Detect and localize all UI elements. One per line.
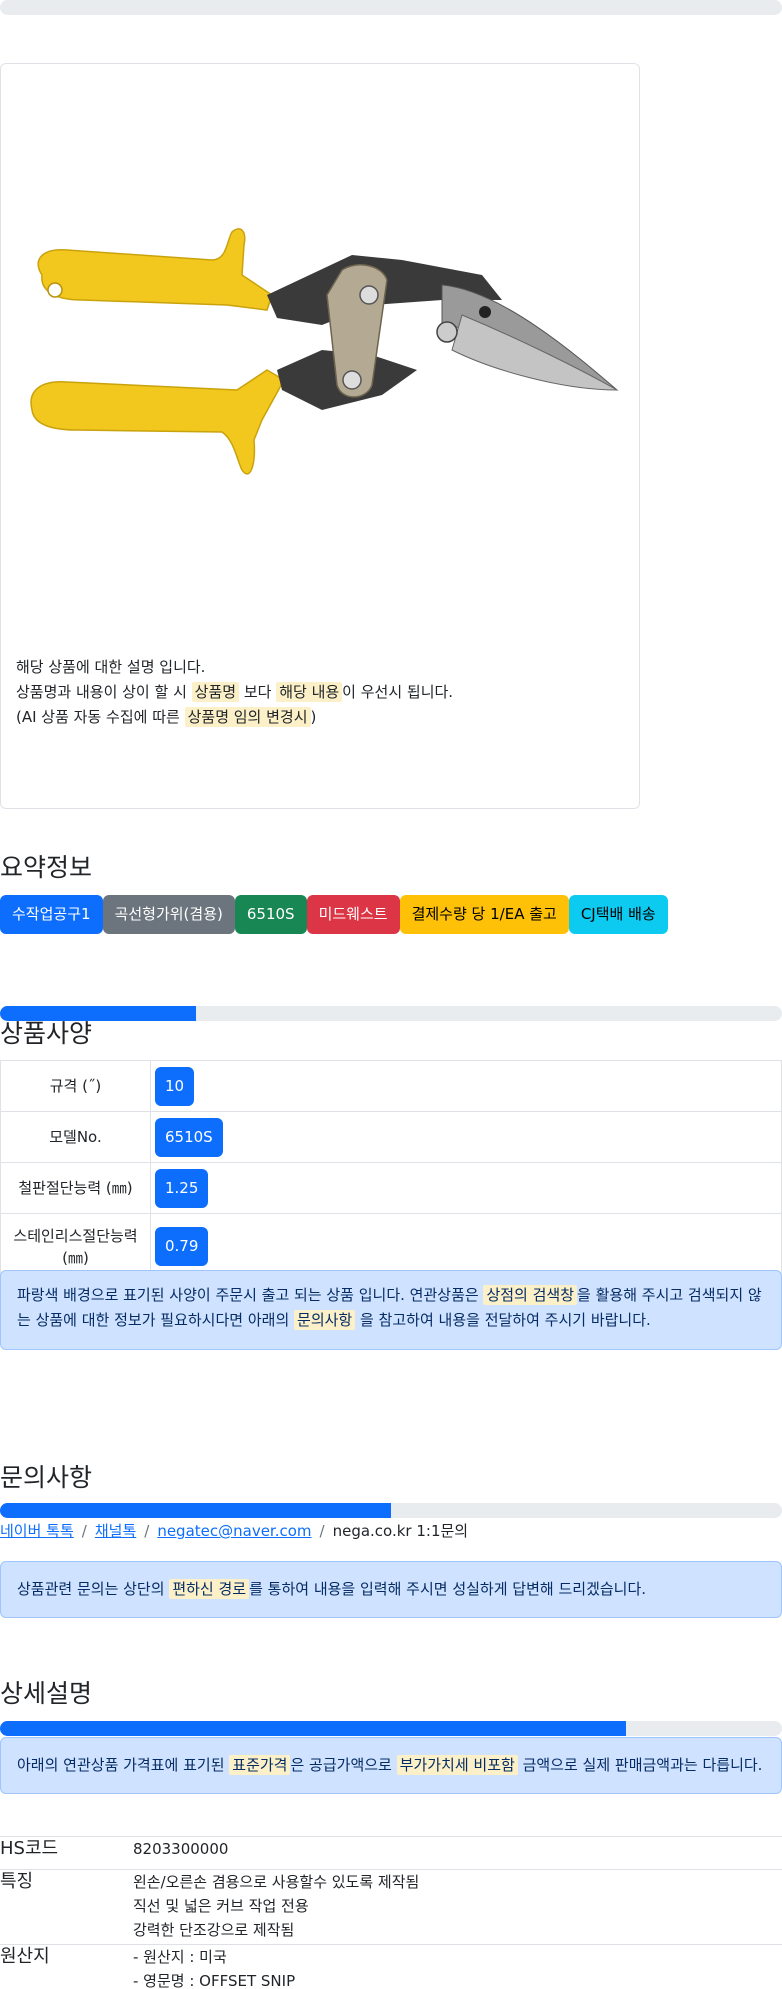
offset-snip-tool-image — [30, 228, 619, 475]
alert-text: 아래의 연관상품 가격표에 표기된 — [17, 1756, 230, 1774]
note-line-2: 상품명과 내용이 상이 할 시 상품명 보다 해당 내용 이 우선시 됩니다. — [16, 680, 626, 705]
spec-value-badge: 1.25 — [155, 1168, 209, 1208]
origin-list: - 원산지 : 미국 - 영문명 : OFFSET SNIP — [133, 1944, 782, 1989]
detail-progress-bar — [0, 1721, 782, 1736]
detail-title: 상세설명 — [0, 1679, 93, 1708]
feature-item: 직선 및 넓은 커브 작업 전용 — [133, 1897, 309, 1915]
alert-text: 을 참고하여 내용을 전달하여 주시기 바랍니다. — [355, 1311, 651, 1329]
naver-talk-link[interactable]: 네이버 톡톡 — [0, 1522, 74, 1540]
spec-value-badge: 6510S — [155, 1117, 223, 1157]
table-row: 모델No. 6510S — [0, 1111, 782, 1163]
hs-code-label: HS코드 — [0, 1836, 133, 1870]
note-line-3: (AI 상품 자동 수집에 따른 상품명 임의 변경시) — [16, 705, 626, 730]
hs-code-value: 8203300000 — [133, 1836, 782, 1870]
detail-progress-fill — [0, 1721, 626, 1736]
inquiry-links: 네이버 톡톡 / 채널톡 / negatec@naver.com / nega.co.kr … — [0, 1520, 468, 1542]
spec-value-cell: 10 — [150, 1060, 782, 1112]
highlight-content: 해당 내용 — [276, 682, 343, 702]
badge-brand: 미드웨스트 — [306, 895, 400, 934]
spec-label: 규격 (˝) — [0, 1060, 151, 1112]
highlight-standard-price: 표준가격 — [229, 1755, 291, 1775]
note-text: ) — [310, 708, 317, 726]
top-progress-bar — [0, 0, 782, 15]
inquiry-progress-bar — [0, 1503, 782, 1518]
highlight-search: 상점의 검색창 — [483, 1285, 578, 1305]
email-link[interactable]: negatec@naver.com — [157, 1522, 311, 1540]
spec-label: 모델No. — [0, 1111, 151, 1163]
qna-text: nega.co.kr 1:1문의 — [332, 1522, 469, 1540]
alert-text: 를 통하여 내용을 입력해 주시면 성실하게 답변해 드리겠습니다. — [249, 1580, 647, 1598]
spec-info-alert: 파랑색 배경으로 표기된 사양이 주문시 출고 되는 상품 입니다. 연관상품은… — [0, 1270, 782, 1350]
inquiry-info-alert: 상품관련 문의는 상단의 편하신 경로 를 통하여 내용을 입력해 주시면 성실하… — [0, 1561, 782, 1618]
highlight-vat-excluded: 부가가치세 비포함 — [396, 1755, 518, 1775]
spec-value-cell: 1.25 — [150, 1162, 782, 1214]
summary-badges: 수작업공구1 곡선형가위(겸용) 6510S 미드웨스트 결제수량 당 1/EA… — [0, 895, 668, 934]
note-text: 보다 — [239, 683, 277, 701]
feature-item: 왼손/오른손 겸용으로 사용할수 있도록 제작됨 — [133, 1873, 420, 1891]
feature-item: 강력한 단조강으로 제작됨 — [133, 1921, 295, 1939]
spec-table: 규격 (˝) 10 모델No. 6510S 철판절단능력 (㎜) 1.25 스테… — [0, 1060, 782, 1280]
note-text: 이 우선시 됩니다. — [342, 683, 454, 701]
inquiry-title: 문의사항 — [0, 1463, 93, 1492]
highlight-inquiry: 문의사항 — [294, 1310, 356, 1330]
alert-text: 상품관련 문의는 상단의 — [17, 1580, 170, 1598]
note-text: (AI 상품 자동 수집에 따른 — [16, 708, 185, 726]
summary-title: 요약정보 — [0, 853, 93, 882]
separator: / — [319, 1522, 325, 1540]
inquiry-progress-fill — [0, 1503, 391, 1518]
spec-value-cell: 6510S — [150, 1111, 782, 1163]
note-line-1: 해당 상품에 대한 설명 입니다. — [16, 658, 206, 676]
table-row: HS코드 8203300000 — [0, 1836, 782, 1870]
origin-item: - 원산지 : 미국 — [133, 1948, 227, 1966]
product-description-note: 해당 상품에 대한 설명 입니다. 상품명과 내용이 상이 할 시 상품명 보다… — [16, 655, 626, 730]
feature-label: 특징 — [0, 1869, 133, 1945]
spec-value-badge: 0.79 — [155, 1227, 209, 1266]
spec-progress-bar — [0, 1006, 782, 1021]
highlight-name-change: 상품명 임의 변경시 — [184, 707, 311, 727]
detail-info-table: HS코드 8203300000 특징 왼손/오른손 겸용으로 사용할수 있도록 … — [0, 1836, 782, 1989]
table-row: 원산지 - 원산지 : 미국 - 영문명 : OFFSET SNIP — [0, 1944, 782, 1989]
badge-type: 곡선형가위(겸용) — [102, 895, 235, 934]
separator: / — [144, 1522, 150, 1540]
channel-talk-link[interactable]: 채널톡 — [95, 1522, 136, 1540]
note-text: 상품명과 내용이 상이 할 시 — [16, 683, 192, 701]
alert-text: 은 공급가액으로 — [290, 1756, 397, 1774]
table-row: 철판절단능력 (㎜) 1.25 — [0, 1162, 782, 1214]
highlight-product-name: 상품명 — [191, 682, 240, 702]
feature-list: 왼손/오른손 겸용으로 사용할수 있도록 제작됨 직선 및 넓은 커브 작업 전… — [133, 1869, 782, 1945]
origin-item: - 영문명 : OFFSET SNIP — [133, 1972, 296, 1989]
badge-category: 수작업공구1 — [0, 895, 103, 934]
spec-value-badge: 10 — [155, 1066, 195, 1106]
alert-text: 금액으로 실제 판매금액과는 다릅니다. — [517, 1756, 763, 1774]
badge-shipping-qty: 결제수량 당 1/EA 출고 — [399, 895, 569, 934]
spec-label: 철판절단능력 (㎜) — [0, 1162, 151, 1214]
alert-text: 파랑색 배경으로 표기된 사양이 주문시 출고 되는 상품 입니다. 연관상품은 — [17, 1286, 484, 1304]
badge-model: 6510S — [234, 895, 307, 934]
highlight-route: 편하신 경로 — [169, 1579, 250, 1599]
badge-delivery: CJ택배 배송 — [568, 895, 668, 934]
detail-info-alert: 아래의 연관상품 가격표에 표기된 표준가격 은 공급가액으로 부가가치세 비포함… — [0, 1737, 782, 1794]
origin-label: 원산지 — [0, 1944, 133, 1989]
spec-title: 상품사양 — [0, 1019, 93, 1048]
table-row: 특징 왼손/오른손 겸용으로 사용할수 있도록 제작됨 직선 및 넓은 커브 작… — [0, 1869, 782, 1945]
table-row: 규격 (˝) 10 — [0, 1060, 782, 1112]
separator: / — [81, 1522, 87, 1540]
